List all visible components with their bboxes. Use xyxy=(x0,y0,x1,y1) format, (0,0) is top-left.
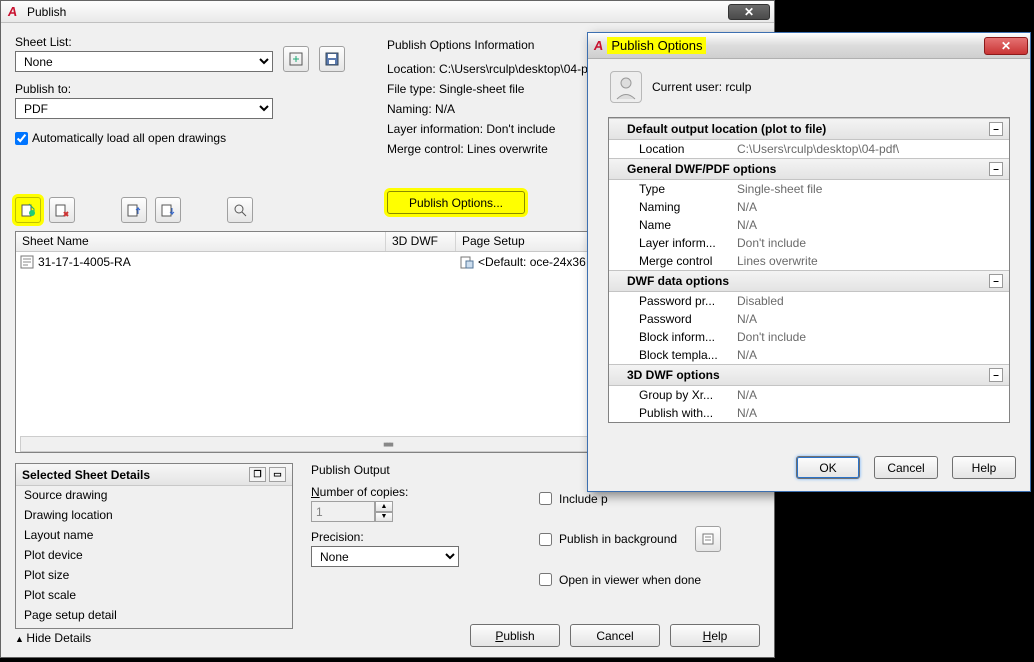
open-viewer-checkbox[interactable] xyxy=(539,573,552,586)
move-down-icon[interactable] xyxy=(155,197,181,223)
selected-sheet-details: Selected Sheet Details ❐ ▭ Source drawin… xyxy=(15,463,293,629)
auto-load-checkbox[interactable] xyxy=(15,132,28,145)
sheet-icon xyxy=(20,255,34,269)
collapse-icon[interactable]: – xyxy=(989,274,1003,288)
detail-drawing-location: Drawing location xyxy=(16,506,292,526)
publish-button[interactable]: Publish xyxy=(470,624,560,647)
current-user-label: Current user: rculp xyxy=(652,80,751,94)
options-titlebar[interactable]: A Publish Options ✕ xyxy=(588,33,1030,59)
sheet-list-label: Sheet List: xyxy=(15,35,273,49)
page-setup-cell: <Default: oce-24x36 xyxy=(478,255,586,269)
details-copy-icon[interactable]: ❐ xyxy=(249,467,266,482)
prop-password-protect[interactable]: Password pr...Disabled xyxy=(609,292,1009,310)
col-3d-dwf[interactable]: 3D DWF xyxy=(386,232,456,251)
options-cancel-button[interactable]: Cancel xyxy=(874,456,938,479)
hide-details-toggle[interactable]: Hide Details xyxy=(15,631,91,645)
publish-to-select[interactable]: PDF xyxy=(15,98,273,119)
collapse-icon[interactable]: – xyxy=(989,162,1003,176)
autocad-icon: A xyxy=(593,38,604,53)
autocad-icon: A xyxy=(5,4,21,20)
prop-publish-with[interactable]: Publish with...N/A xyxy=(609,404,1009,422)
bg-settings-icon[interactable] xyxy=(695,526,721,552)
options-help-button[interactable]: Help xyxy=(952,456,1016,479)
cancel-button[interactable]: Cancel xyxy=(570,624,660,647)
open-viewer-label: Open in viewer when done xyxy=(559,573,701,587)
close-button[interactable]: ✕ xyxy=(728,4,770,20)
options-property-grid: Default output location (plot to file)– … xyxy=(608,117,1010,423)
import-list-icon[interactable] xyxy=(283,46,309,72)
cat-general-dwf[interactable]: General DWF/PDF options– xyxy=(609,158,1009,180)
sheet-toolbar xyxy=(15,197,253,223)
publish-bg-label: Publish in background xyxy=(559,532,677,546)
sheet-name-cell: 31-17-1-4005-RA xyxy=(38,255,131,269)
details-header: Selected Sheet Details xyxy=(22,468,150,482)
auto-load-label: Automatically load all open drawings xyxy=(32,131,226,145)
detail-plot-scale: Plot scale xyxy=(16,586,292,606)
options-close-button[interactable]: ✕ xyxy=(984,37,1028,55)
include-plot-checkbox[interactable] xyxy=(539,492,552,505)
prop-block-info[interactable]: Block inform...Don't include xyxy=(609,328,1009,346)
user-avatar-icon xyxy=(610,71,642,103)
col-sheet-name[interactable]: Sheet Name xyxy=(16,232,386,251)
publish-titlebar[interactable]: A Publish ✕ xyxy=(1,1,774,23)
save-list-icon[interactable] xyxy=(319,46,345,72)
move-up-icon[interactable] xyxy=(121,197,147,223)
remove-sheets-icon[interactable] xyxy=(49,197,75,223)
prop-location[interactable]: LocationC:\Users\rculp\desktop\04-pdf\ xyxy=(609,140,1009,158)
copies-spin-down[interactable]: ▼ xyxy=(375,512,393,523)
publish-options-dialog: A Publish Options ✕ Current user: rculp … xyxy=(587,32,1031,492)
prop-name[interactable]: NameN/A xyxy=(609,216,1009,234)
copies-spin-up[interactable]: ▲ xyxy=(375,501,393,512)
detail-plot-size: Plot size xyxy=(16,566,292,586)
add-sheets-icon[interactable] xyxy=(15,197,41,223)
publish-bg-checkbox[interactable] xyxy=(539,533,552,546)
detail-layout-name: Layout name xyxy=(16,526,292,546)
prop-type[interactable]: TypeSingle-sheet file xyxy=(609,180,1009,198)
details-expand-icon[interactable]: ▭ xyxy=(269,467,286,482)
cat-default-output[interactable]: Default output location (plot to file)– xyxy=(609,118,1009,140)
prop-password[interactable]: PasswordN/A xyxy=(609,310,1009,328)
prop-merge[interactable]: Merge controlLines overwrite xyxy=(609,252,1009,270)
publish-options-button[interactable]: Publish Options... xyxy=(387,191,525,214)
detail-page-setup: Page setup detail xyxy=(16,606,292,626)
sheet-list-select[interactable]: None xyxy=(15,51,273,72)
collapse-icon[interactable]: – xyxy=(989,122,1003,136)
options-ok-button[interactable]: OK xyxy=(796,456,860,479)
detail-source-drawing: Source drawing xyxy=(16,486,292,506)
options-title: Publish Options xyxy=(607,37,706,54)
cat-3d-dwf[interactable]: 3D DWF options– xyxy=(609,364,1009,386)
preview-icon[interactable] xyxy=(227,197,253,223)
prop-group-xref[interactable]: Group by Xr...N/A xyxy=(609,386,1009,404)
publish-title: Publish xyxy=(27,5,728,19)
precision-select[interactable]: None xyxy=(311,546,459,567)
cat-dwf-data[interactable]: DWF data options– xyxy=(609,270,1009,292)
prop-naming[interactable]: NamingN/A xyxy=(609,198,1009,216)
prop-layer[interactable]: Layer inform...Don't include xyxy=(609,234,1009,252)
detail-plot-device: Plot device xyxy=(16,546,292,566)
collapse-icon[interactable]: – xyxy=(989,368,1003,382)
page-setup-icon xyxy=(460,255,474,269)
include-plot-label: Include p xyxy=(559,492,608,506)
prop-block-template[interactable]: Block templa...N/A xyxy=(609,346,1009,364)
copies-input xyxy=(311,501,375,522)
help-button[interactable]: Help xyxy=(670,624,760,647)
